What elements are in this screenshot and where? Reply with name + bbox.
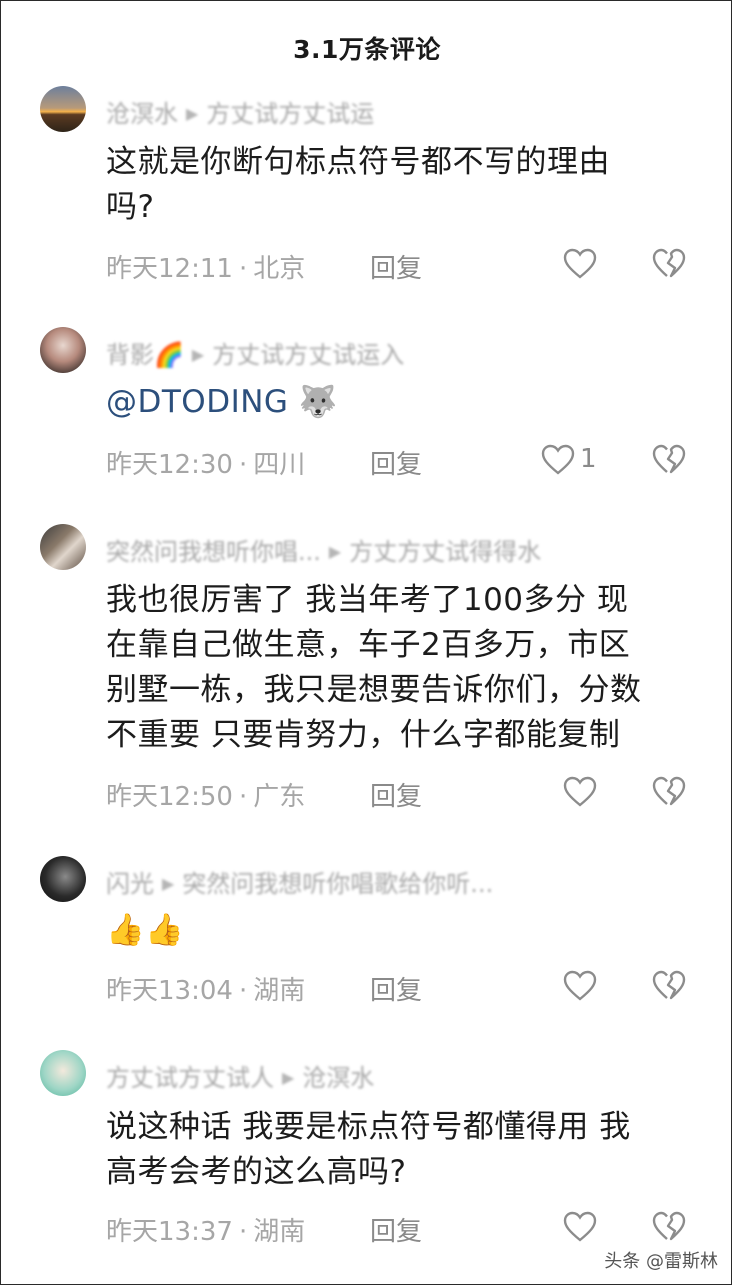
comment-location: 北京: [253, 254, 306, 284]
comment-time: 昨天13:37: [106, 1217, 233, 1247]
triangle-right-icon: ▶: [328, 542, 342, 561]
avatar[interactable]: [40, 524, 86, 570]
comment-text: 说这种话 我要是标点符号都懂得用 我 高考会考的这么高吗?: [106, 1105, 706, 1195]
comment-author[interactable]: 突然问我想听你唱...: [106, 538, 321, 566]
mention-link[interactable]: @DTODING 🐺: [106, 380, 706, 425]
avatar[interactable]: [40, 856, 86, 902]
broken-heart-icon[interactable]: [652, 1211, 686, 1243]
reply-to-user[interactable]: 方丈方丈试得得水: [349, 538, 541, 566]
triangle-right-icon: ▶: [282, 1068, 295, 1087]
triangle-right-icon: ▶: [191, 345, 205, 364]
comment-author[interactable]: 闪光: [106, 870, 154, 898]
comment-author-line[interactable]: 突然问我想听你唱... ▶ 方丈方丈试得得水: [106, 532, 541, 567]
comment-meta: 昨天13:04 · 湖南: [106, 976, 306, 1006]
broken-heart-icon[interactable]: [652, 970, 686, 1002]
comment-author-line[interactable]: 方丈试方丈试人 ▶ 沧溟水: [106, 1058, 374, 1093]
avatar[interactable]: [40, 86, 86, 132]
reply-to-user[interactable]: 沧溟水: [302, 1064, 374, 1092]
comment-text-line: 这就是你断句标点符号都不写的理由: [106, 144, 610, 180]
comment-text-line: 别墅一栋，我只是想要告诉你们，分数: [106, 672, 642, 708]
comment-location: 广东: [253, 782, 306, 812]
comment-location: 四川: [253, 450, 306, 480]
heart-outline-icon[interactable]: [563, 970, 597, 1002]
reply-button[interactable]: 回复: [370, 248, 422, 285]
source-watermark: 头条 @雷斯林: [604, 1251, 718, 1272]
comment-text-line: 在靠自己做生意，车子2百多万，市区: [106, 627, 631, 663]
comment-meta: 昨天12:11 · 北京: [106, 254, 306, 284]
reply-button[interactable]: 回复: [370, 970, 422, 1007]
comment-time: 昨天13:04: [106, 976, 233, 1006]
heart-outline-icon[interactable]: [541, 444, 575, 476]
broken-heart-icon[interactable]: [652, 444, 686, 476]
comment-text: 我也很厉害了 我当年考了100多分 现 在靠自己做生意，车子2百多万，市区 别墅…: [106, 578, 706, 758]
comments-title: 3.1万条评论: [293, 35, 441, 64]
comment-text: 这就是你断句标点符号都不写的理由 吗?: [106, 140, 706, 230]
comment-meta: 昨天12:30 · 四川: [106, 450, 306, 480]
avatar[interactable]: [40, 327, 86, 373]
reply-to-user[interactable]: 方丈试方丈试运入: [212, 341, 404, 369]
comment-text: @DTODING 🐺: [106, 380, 706, 425]
comment-location: 湖南: [253, 976, 306, 1006]
comment-time: 昨天12:11: [106, 254, 233, 284]
comment-time: 昨天12:30: [106, 450, 233, 480]
comment-text-line: 我也很厉害了 我当年考了100多分 现: [106, 582, 629, 618]
heart-outline-icon[interactable]: [563, 248, 597, 280]
reply-to-user[interactable]: 突然问我想听你唱歌给你听...: [182, 870, 493, 898]
comment-text: 👍👍: [106, 908, 706, 953]
comment-author-line[interactable]: 闪光 ▶ 突然问我想听你唱歌给你听...: [106, 864, 493, 899]
comment-meta: 昨天12:50 · 广东: [106, 782, 306, 812]
thumbs-up-emoji: 👍👍: [106, 912, 185, 948]
comment-author-line[interactable]: 沧溟水 ▶ 方丈试方丈试运: [106, 94, 374, 129]
avatar[interactable]: [40, 1050, 86, 1096]
comment-text-line: 说这种话 我要是标点符号都懂得用 我: [106, 1109, 631, 1145]
broken-heart-icon[interactable]: [652, 248, 686, 280]
comment-meta: 昨天13:37 · 湖南: [106, 1217, 306, 1247]
comment-text-line: 不重要 只要肯努力，什么字都能复制: [106, 717, 621, 753]
comment-text-line: 吗?: [106, 189, 155, 225]
reply-button[interactable]: 回复: [370, 1211, 422, 1248]
reply-button[interactable]: 回复: [370, 776, 422, 813]
triangle-right-icon: ▶: [162, 874, 175, 893]
comment-author[interactable]: 背影🌈: [106, 341, 184, 369]
comment-time: 昨天12:50: [106, 782, 233, 812]
heart-outline-icon[interactable]: [563, 776, 597, 808]
reply-button[interactable]: 回复: [370, 444, 422, 481]
comment-location: 湖南: [253, 1217, 306, 1247]
heart-outline-icon[interactable]: [563, 1211, 597, 1243]
comment-author-line[interactable]: 背影🌈 ▶ 方丈试方丈试运入: [106, 335, 404, 370]
comment-author[interactable]: 方丈试方丈试人: [106, 1064, 274, 1092]
comment-author[interactable]: 沧溟水: [106, 100, 178, 128]
like-count: 1: [580, 444, 597, 474]
comment-text-line: 高考会考的这么高吗?: [106, 1154, 407, 1190]
broken-heart-icon[interactable]: [652, 776, 686, 808]
triangle-right-icon: ▶: [186, 104, 199, 123]
reply-to-user[interactable]: 方丈试方丈试运: [206, 100, 374, 128]
